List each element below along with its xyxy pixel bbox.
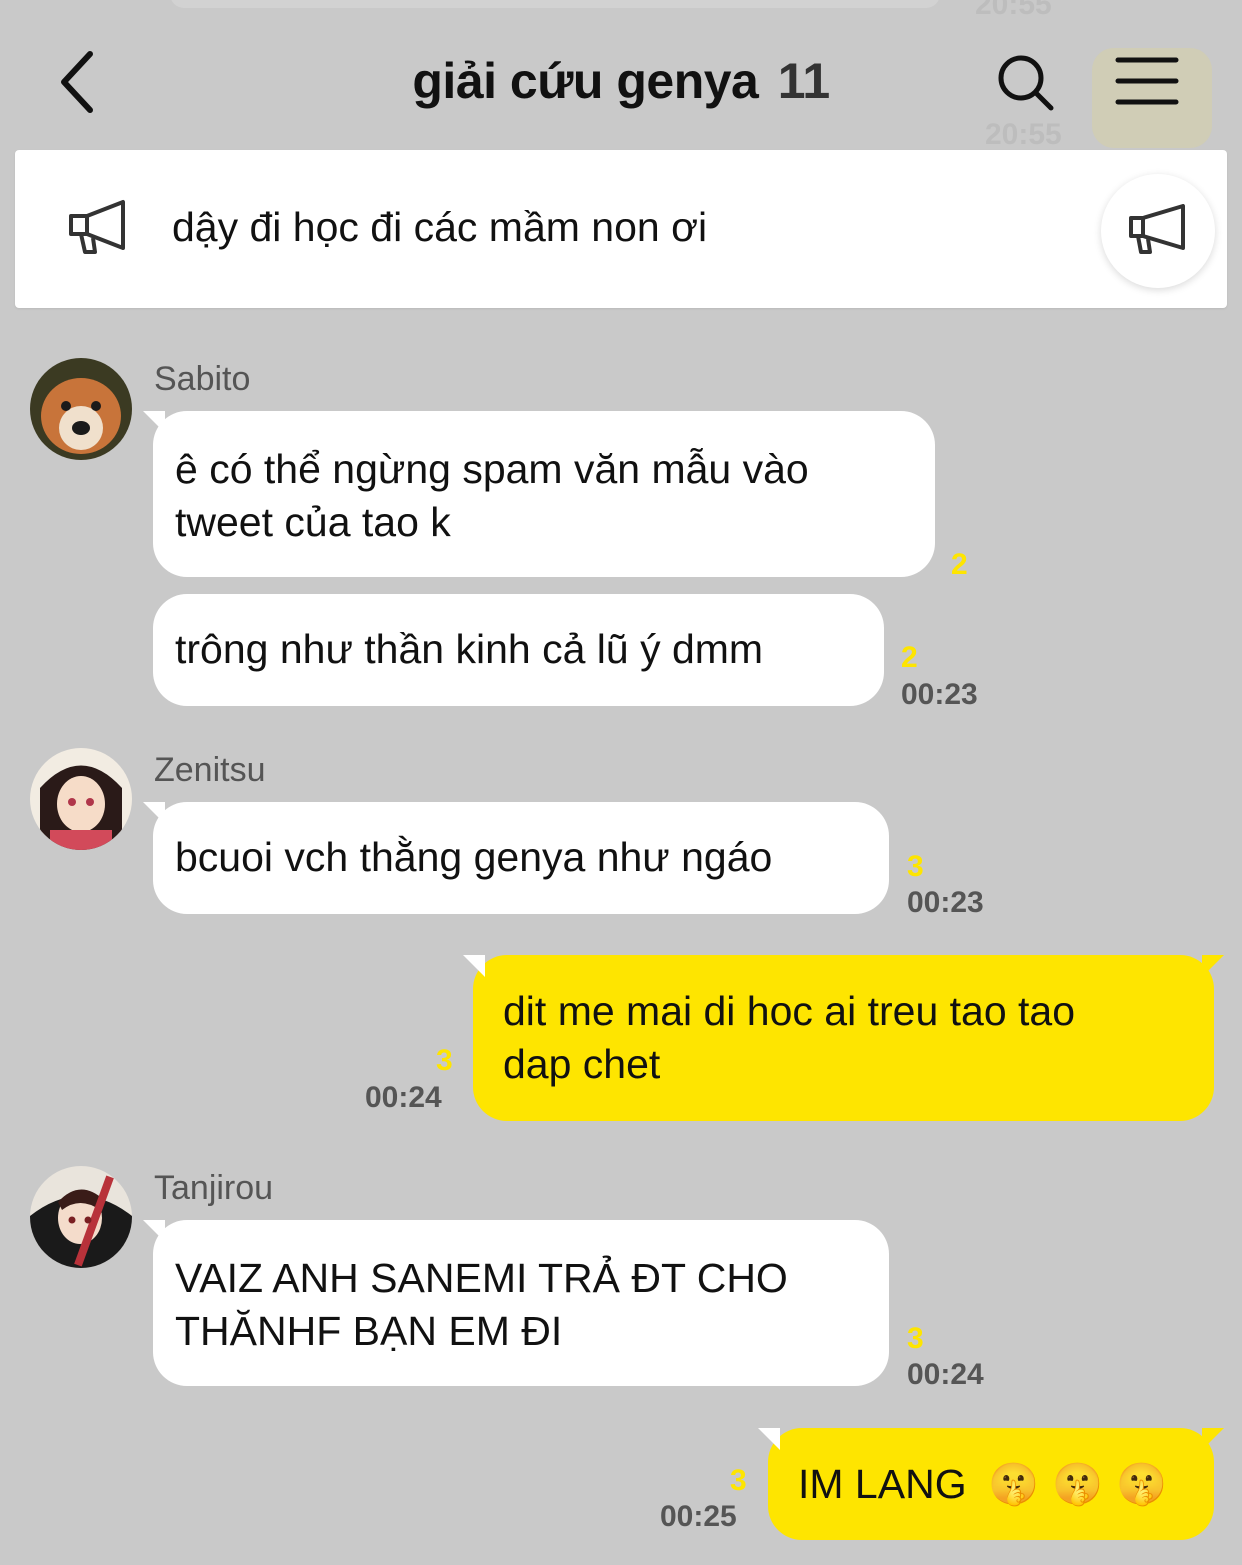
message-text: dit me mai di hoc ai treu tao tao bbox=[503, 988, 1076, 1034]
notice-bar[interactable]: dậy đi học đi các mầm non ơi bbox=[15, 150, 1227, 308]
message-bubble[interactable]: ê có thể ngừng spam văn mẫu vào tweet củ… bbox=[143, 411, 935, 577]
notice-text: dậy đi học đi các mầm non ơi bbox=[172, 204, 708, 250]
sender-name: Sabito bbox=[154, 360, 251, 398]
message-time: 00:24 bbox=[907, 1358, 984, 1391]
message-time: 00:23 bbox=[907, 886, 984, 919]
message-text: THĂNHF BẠN EM ĐI bbox=[175, 1308, 563, 1354]
unread-count: 3 bbox=[436, 1044, 453, 1077]
message-bubble[interactable]: bcuoi vch thằng genya như ngáo bbox=[143, 802, 889, 914]
shushing-face-emoji: 🤫 🤫 🤫 bbox=[988, 1460, 1168, 1508]
unread-count: 3 bbox=[907, 850, 924, 883]
message-time: 00:23 bbox=[901, 678, 978, 711]
message-text: IM LANG bbox=[798, 1461, 967, 1507]
message-text: tweet của tao k bbox=[175, 499, 451, 545]
avatar-tanjirou[interactable] bbox=[30, 1166, 132, 1268]
megaphone-icon bbox=[1129, 204, 1185, 254]
member-count: 11 bbox=[777, 53, 830, 109]
unread-count: 3 bbox=[730, 1464, 747, 1497]
my-message-bubble[interactable]: dit me mai di hoc ai treu tao tao dap ch… bbox=[463, 955, 1224, 1121]
sender-name: Zenitsu bbox=[154, 751, 266, 789]
search-button[interactable] bbox=[995, 52, 1059, 116]
message-text: dap chet bbox=[503, 1041, 661, 1087]
message-text: VAIZ ANH SANEMI TRẢ ĐT CHO bbox=[175, 1255, 788, 1301]
chat-header: giải cứu genya 11 bbox=[0, 0, 1242, 150]
unread-count: 2 bbox=[901, 641, 918, 674]
avatar-sabito[interactable] bbox=[30, 358, 132, 460]
message-text: trông như thần kinh cả lũ ý dmm bbox=[175, 626, 764, 672]
megaphone-icon bbox=[69, 200, 125, 254]
message-time: 00:24 bbox=[365, 1081, 442, 1114]
unread-count: 2 bbox=[951, 548, 968, 581]
message-bubble[interactable]: trông như thần kinh cả lũ ý dmm bbox=[153, 594, 884, 706]
message-text: bcuoi vch thằng genya như ngáo bbox=[175, 834, 773, 880]
search-icon bbox=[998, 55, 1054, 111]
notice-expand-button[interactable] bbox=[1101, 174, 1215, 288]
menu-button[interactable] bbox=[1112, 52, 1182, 112]
unread-count: 3 bbox=[907, 1322, 924, 1355]
message-text: ê có thể ngừng spam văn mẫu vào bbox=[175, 446, 809, 492]
menu-icon bbox=[1115, 57, 1179, 105]
sender-name: Tanjirou bbox=[154, 1169, 274, 1207]
avatar-zenitsu[interactable] bbox=[30, 748, 132, 850]
chat-name: giải cứu genya bbox=[412, 53, 759, 109]
message-bubble[interactable]: VAIZ ANH SANEMI TRẢ ĐT CHO THĂNHF BẠN EM… bbox=[143, 1220, 889, 1386]
message-time: 00:25 bbox=[660, 1500, 737, 1533]
my-message-bubble[interactable]: IM LANG 🤫 🤫 🤫 bbox=[758, 1428, 1224, 1540]
